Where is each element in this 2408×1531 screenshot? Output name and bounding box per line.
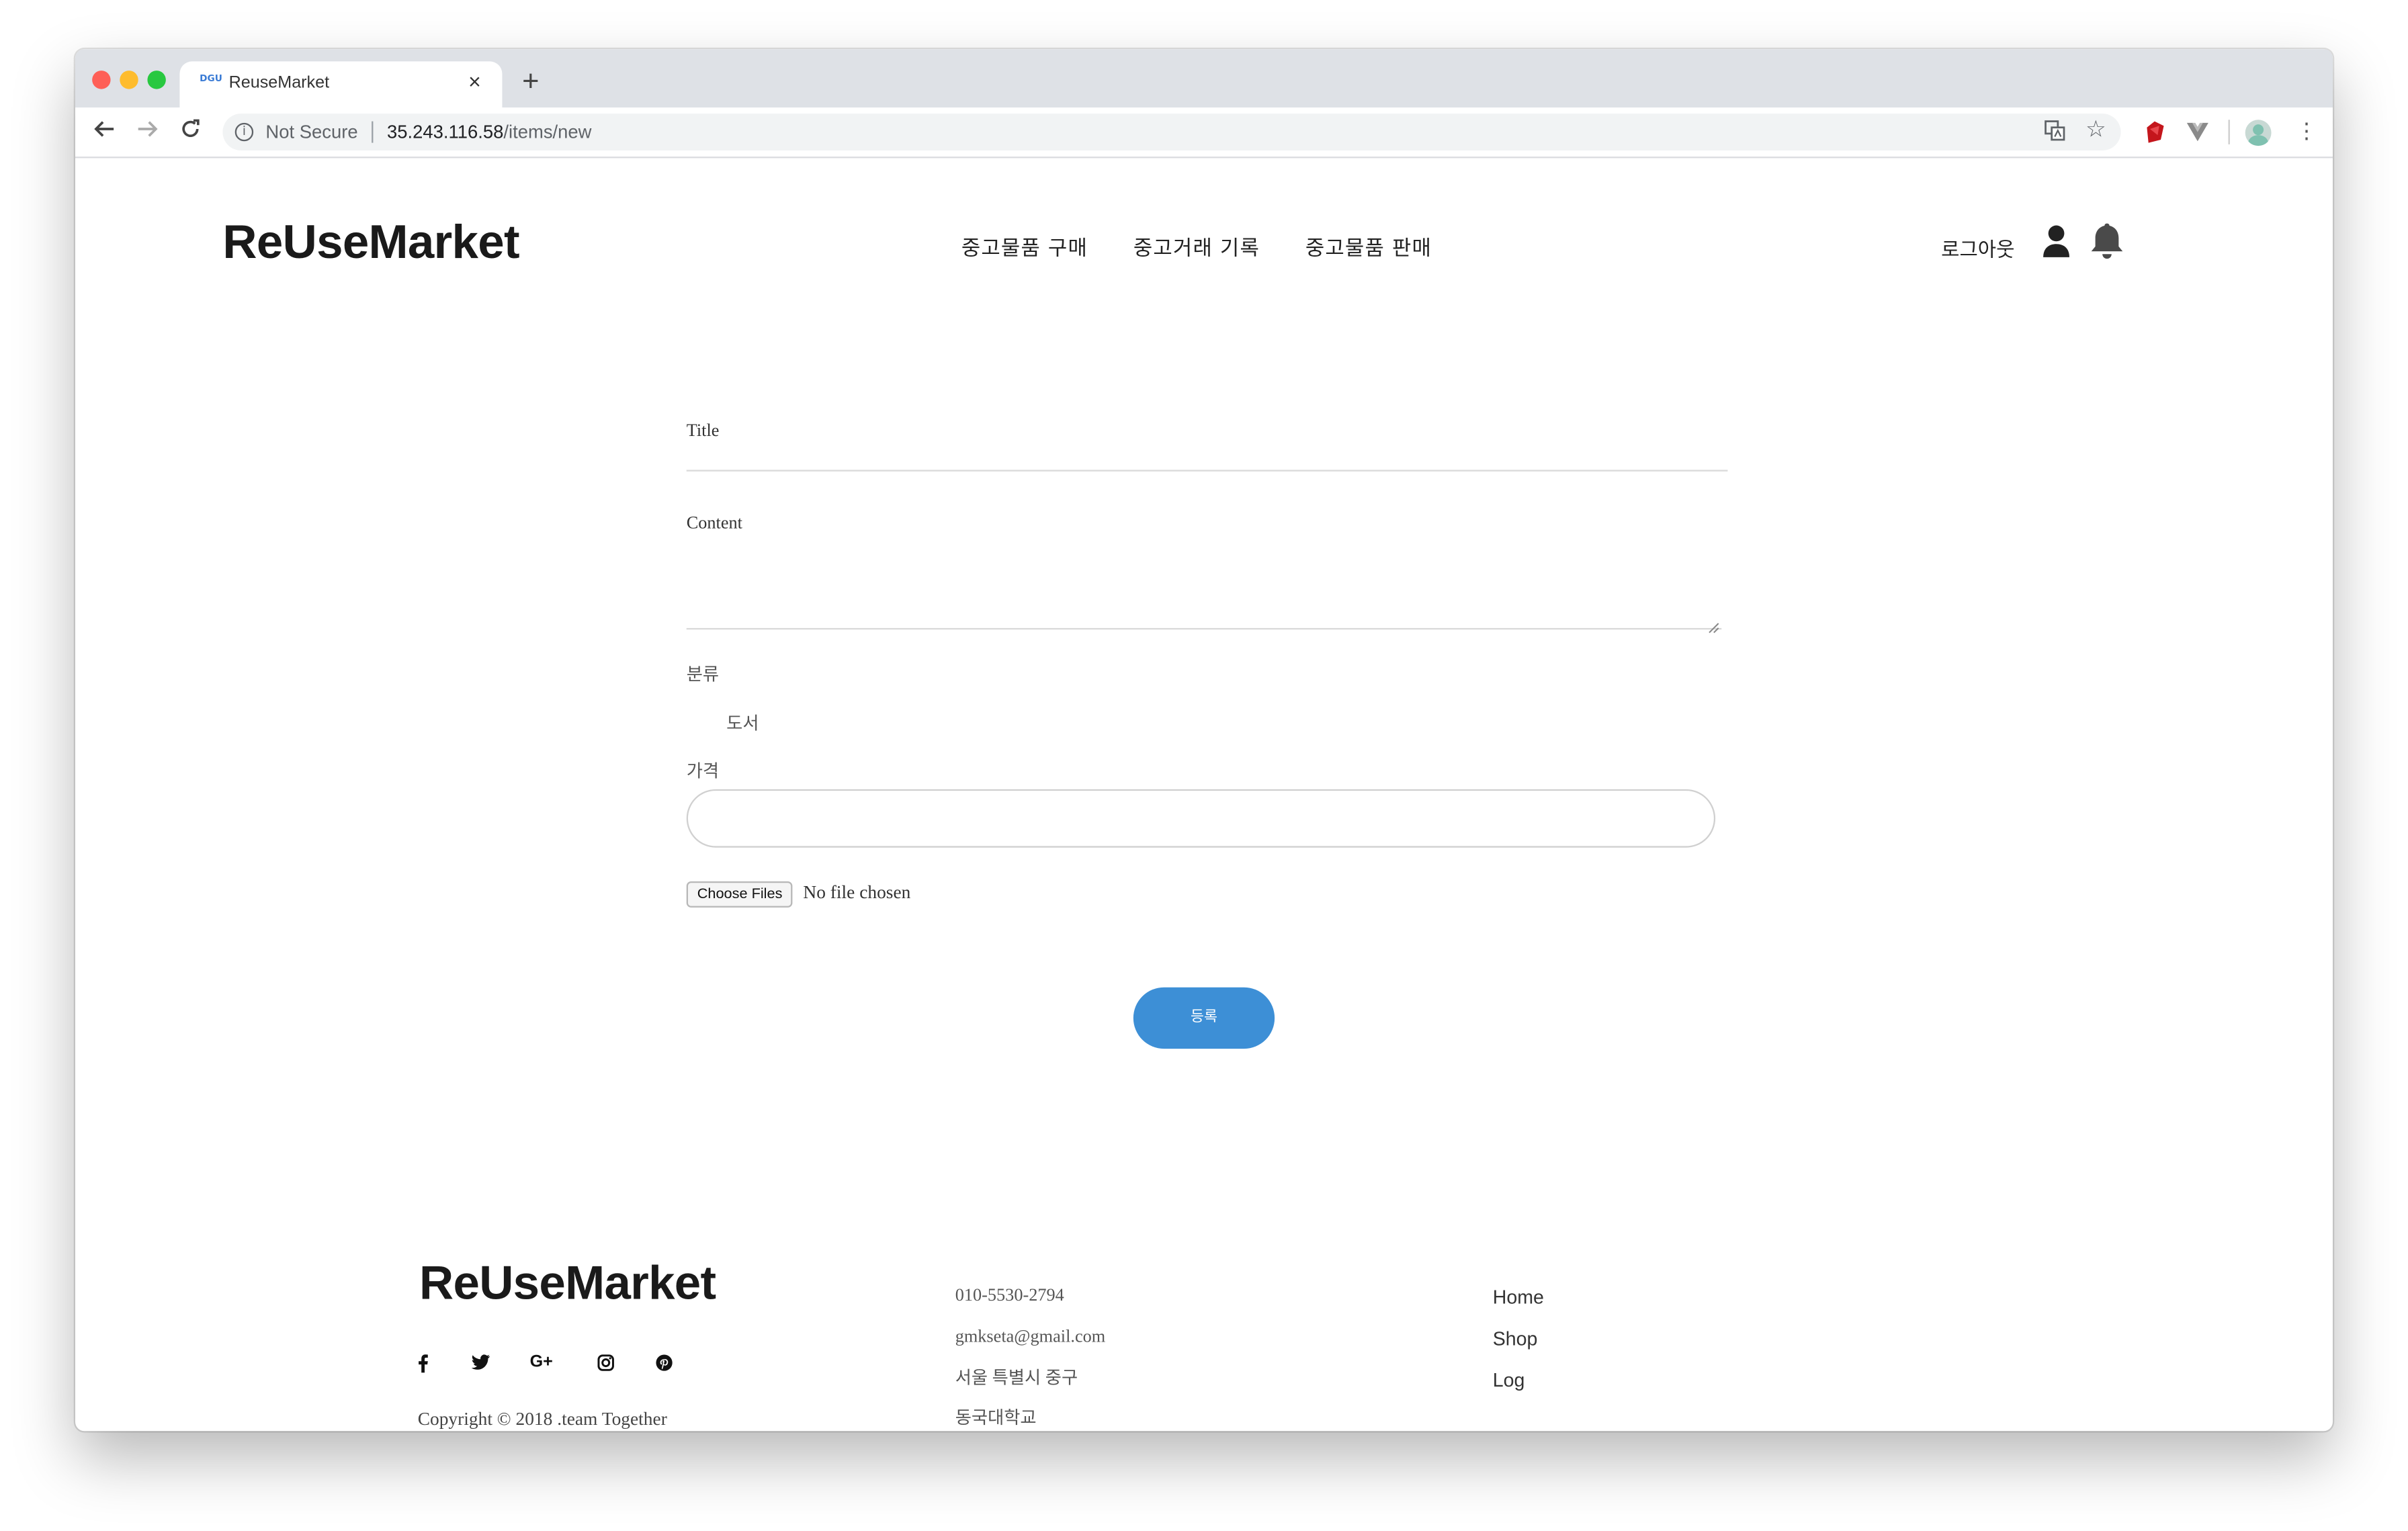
url-divider <box>372 121 374 143</box>
resize-handle-icon[interactable] <box>1708 614 1720 642</box>
reload-icon[interactable] <box>177 118 204 146</box>
content-textarea[interactable] <box>686 537 1722 630</box>
logout-link[interactable]: 로그아웃 <box>1941 233 2014 263</box>
kebab-menu-icon[interactable]: ⋮ <box>2296 120 2317 141</box>
info-icon[interactable]: i <box>234 122 254 142</box>
twitter-icon[interactable] <box>471 1354 490 1374</box>
tab-strip: DGU ReuseMarket × + <box>75 49 2333 107</box>
vue-devtools-icon[interactable] <box>2186 120 2210 144</box>
content-label: Content <box>686 514 742 533</box>
forward-arrow-icon[interactable] <box>134 118 161 146</box>
bell-icon[interactable] <box>2089 221 2126 269</box>
toolbar-divider <box>2228 120 2230 144</box>
pinterest-icon[interactable] <box>656 1354 673 1376</box>
category-select[interactable]: 도서 <box>726 711 759 736</box>
browser-tab[interactable]: DGU ReuseMarket × <box>179 61 503 107</box>
instagram-icon[interactable] <box>597 1354 614 1376</box>
footer-link-log[interactable]: Log <box>1493 1370 1525 1391</box>
file-status: No file chosen <box>803 881 911 903</box>
footer-logo[interactable]: ReUseMarket <box>419 1256 716 1311</box>
contact-address-line1: 서울 특별시 중구 <box>955 1369 1078 1389</box>
title-label: Title <box>686 422 720 441</box>
footer-link-home[interactable]: Home <box>1493 1286 1544 1308</box>
new-tab-button[interactable]: + <box>522 68 539 97</box>
back-arrow-icon[interactable] <box>91 118 118 146</box>
tab-title: ReuseMarket <box>228 73 330 93</box>
contact-phone: 010-5530-2794 <box>955 1286 1064 1305</box>
browser-toolbar: i Not Secure 35.243.116.58/items/new ☆ ⋮ <box>75 107 2333 159</box>
minimize-window-button[interactable] <box>120 71 138 89</box>
copyright-text: Copyright © 2018 .team Together <box>417 1407 667 1430</box>
category-label: 분류 <box>686 663 720 685</box>
url-path: /items/new <box>503 121 592 143</box>
price-label: 가격 <box>686 760 720 782</box>
close-window-button[interactable] <box>92 71 111 89</box>
site-logo[interactable]: ReUseMarket <box>222 215 519 270</box>
choose-files-button[interactable]: Choose Files <box>686 881 793 908</box>
facebook-icon[interactable] <box>418 1354 429 1377</box>
nav-sell[interactable]: 중고물품 판매 <box>1305 230 1432 261</box>
url-text[interactable]: 35.243.116.58/items/new <box>387 122 591 143</box>
tab-close-icon[interactable]: × <box>468 71 481 92</box>
browser-window: DGU ReuseMarket × + i Not Secure 35.243.… <box>75 49 2333 1432</box>
title-input[interactable] <box>686 445 1728 472</box>
user-icon[interactable] <box>2042 224 2070 266</box>
translate-icon[interactable] <box>2044 120 2065 147</box>
address-bar[interactable]: i Not Secure 35.243.116.58/items/new ☆ <box>222 114 2121 150</box>
favicon-icon: DGU <box>200 73 222 85</box>
ruby-extension-icon[interactable] <box>2143 120 2167 144</box>
bookmark-star-icon[interactable]: ☆ <box>2086 118 2106 143</box>
nav-history[interactable]: 중고거래 기록 <box>1133 230 1260 261</box>
security-label: Not Secure <box>265 121 358 143</box>
profile-avatar[interactable] <box>2245 120 2272 146</box>
submit-button[interactable]: 등록 <box>1133 987 1275 1049</box>
url-host: 35.243.116.58 <box>386 121 504 143</box>
google-plus-icon[interactable]: G+ <box>530 1353 553 1371</box>
maximize-window-button[interactable] <box>147 71 166 89</box>
nav-buy[interactable]: 중고물품 구매 <box>961 230 1088 261</box>
footer-link-shop[interactable]: Shop <box>1493 1328 1538 1350</box>
contact-address-line2: 동국대학교 <box>955 1409 1037 1428</box>
contact-email[interactable]: gmkseta@gmail.com <box>955 1328 1105 1346</box>
price-input[interactable] <box>686 789 1716 848</box>
